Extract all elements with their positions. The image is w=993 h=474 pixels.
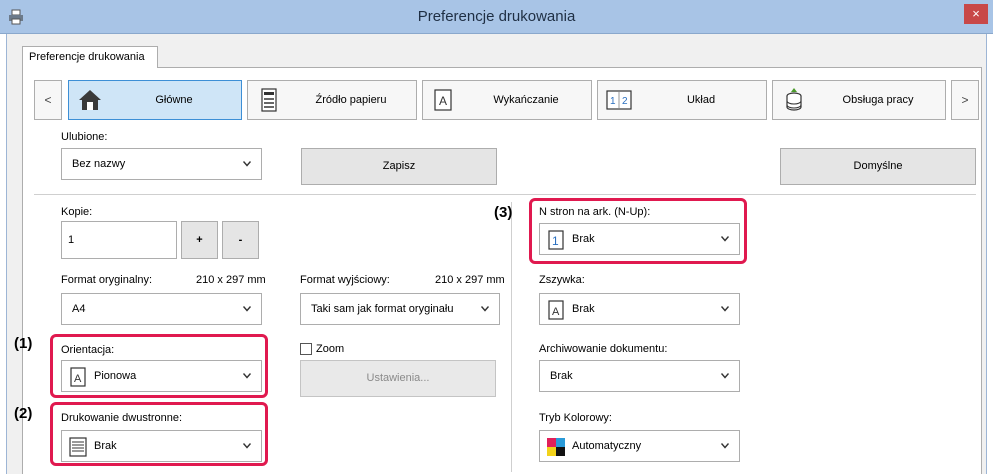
callout-2: (2): [14, 405, 33, 422]
color-squares-icon: [547, 438, 565, 456]
staple-value: Brak: [572, 303, 595, 315]
section-divider: [34, 194, 976, 195]
category-main-label: Główne: [155, 94, 193, 106]
callout-3: (3): [494, 204, 513, 221]
category-paper-source-label: Źródło papieru: [315, 94, 387, 106]
staple-select[interactable]: A Brak: [539, 293, 740, 325]
copies-label: Kopie:: [61, 206, 93, 218]
zoom-checkbox[interactable]: [300, 343, 312, 355]
save-button[interactable]: Zapisz: [301, 148, 497, 185]
svg-text:A: A: [439, 94, 447, 108]
color-mode-label: Tryb Kolorowy:: [539, 412, 612, 424]
category-finishing-label: Wykańczanie: [493, 94, 559, 106]
favorites-label: Ulubione:: [61, 131, 108, 143]
highlight-duplex: [50, 402, 268, 466]
category-layout[interactable]: 1 2 Układ: [597, 80, 767, 120]
color-mode-value: Automatyczny: [572, 440, 642, 452]
nav-next-button[interactable]: >: [951, 80, 979, 120]
favorites-value: Bez nazwy: [72, 158, 126, 170]
category-main[interactable]: Główne: [68, 80, 242, 120]
svg-text:1: 1: [610, 96, 616, 107]
copies-input[interactable]: 1: [61, 221, 177, 259]
window-title: Preferencje drukowania: [417, 8, 576, 25]
column-divider: [511, 202, 512, 472]
category-job-handling[interactable]: Obsługa pracy: [772, 80, 946, 120]
zoom-settings-button[interactable]: Ustawienia...: [300, 360, 496, 397]
original-size-label: Format oryginalny:: [61, 274, 153, 286]
output-size-select[interactable]: Taki sam jak format oryginału: [300, 293, 500, 325]
svg-text:2: 2: [622, 96, 628, 107]
highlight-orientation: [50, 334, 268, 398]
category-layout-label: Układ: [686, 94, 716, 106]
callout-1: (1): [14, 335, 33, 352]
defaults-button[interactable]: Domyślne: [780, 148, 976, 185]
finishing-icon: A: [434, 89, 452, 111]
job-handling-icon: [786, 88, 802, 111]
category-finishing[interactable]: A Wykańczanie: [422, 80, 592, 120]
home-icon: [79, 90, 101, 110]
chevron-down-icon: [243, 306, 251, 312]
output-size-dimensions: 210 x 297 mm: [435, 274, 505, 286]
output-size-label: Format wyjściowy:: [300, 274, 390, 286]
output-size-value: Taki sam jak format oryginału: [311, 303, 454, 315]
layout-icon: 1 2: [606, 90, 632, 110]
copies-value: 1: [68, 234, 75, 246]
staple-label: Zszywka:: [539, 274, 585, 286]
staple-page-icon: A: [548, 300, 564, 320]
color-mode-select[interactable]: Automatyczny: [539, 430, 740, 462]
close-button[interactable]: ×: [964, 4, 988, 24]
archiving-select[interactable]: Brak: [539, 360, 740, 392]
category-paper-source[interactable]: Źródło papieru: [247, 80, 417, 120]
category-job-handling-label: Obsługa pracy: [842, 94, 914, 106]
chevron-down-icon: [721, 443, 729, 449]
copies-decrement-button[interactable]: -: [222, 221, 259, 259]
nav-prev-button[interactable]: <: [34, 80, 62, 120]
chevron-down-icon: [721, 373, 729, 379]
copies-increment-button[interactable]: +: [181, 221, 218, 259]
favorites-select[interactable]: Bez nazwy: [61, 148, 262, 180]
highlight-nup: [529, 198, 747, 264]
tab-print-preferences[interactable]: Preferencje drukowania: [22, 46, 158, 68]
archiving-label: Archiwowanie dokumentu:: [539, 343, 668, 355]
original-size-select[interactable]: A4: [61, 293, 262, 325]
staple-icon-glyph: A: [552, 306, 560, 318]
chevron-down-icon: [481, 306, 489, 312]
chevron-down-icon: [243, 161, 251, 167]
paper-tray-icon: [261, 88, 277, 112]
original-size-value: A4: [72, 303, 86, 315]
chevron-down-icon: [721, 306, 729, 312]
zoom-label: Zoom: [316, 343, 345, 355]
original-size-dimensions: 210 x 297 mm: [196, 274, 266, 286]
archiving-value: Brak: [550, 370, 573, 382]
